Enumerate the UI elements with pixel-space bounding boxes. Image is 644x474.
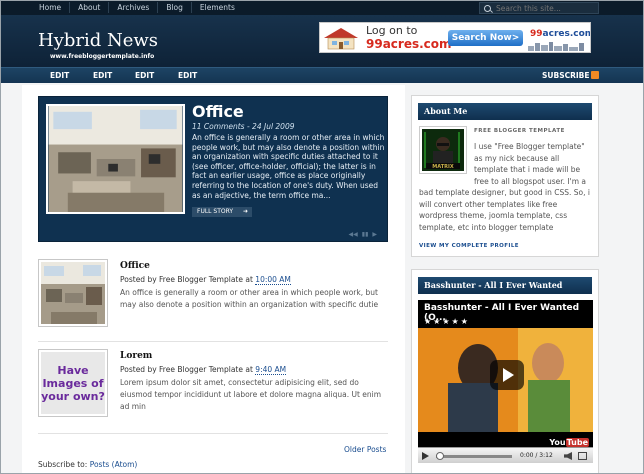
ad-logon-text: Log on to (366, 24, 418, 37)
post-thumbnail[interactable] (38, 259, 108, 327)
search-input[interactable] (496, 3, 596, 13)
nav-link-blog[interactable]: Blog (158, 2, 192, 13)
ad-brand-logo-number: 99 (530, 29, 543, 39)
seek-bar[interactable] (436, 455, 512, 458)
video-rating: ★★★★★ (424, 317, 470, 326)
matrix-avatar-image: MATRIX (422, 129, 464, 171)
full-story-button[interactable]: FULL STORY ➜ (192, 207, 252, 217)
ad-brand: 99acres.com (366, 37, 452, 51)
post-divider (38, 341, 388, 342)
play-button-icon[interactable] (422, 452, 429, 460)
ad-search-now-button[interactable]: Search Now> (448, 30, 523, 46)
featured-title[interactable]: Office (192, 102, 244, 121)
site-subtitle: www.freebloggertemplate.info (50, 53, 155, 60)
browser-frame: Home About Archives Blog Elements Hybrid… (0, 0, 644, 474)
pause-icon[interactable]: ▮▮ (362, 231, 369, 238)
site-header: Hybrid News www.freebloggertemplate.info… (1, 15, 643, 67)
slider-controls: ◀◀ ▮▮ ▶ (349, 231, 377, 238)
ad-banner[interactable]: Log on to 99acres.com Search Now> 99acre… (319, 22, 591, 53)
featured-meta: 11 Comments - 24 Jul 2009 (192, 122, 295, 131)
nav-link-about[interactable]: About (70, 2, 110, 13)
subscribe-label: Subscribe to: (38, 460, 90, 469)
nav-bar: EDIT EDIT EDIT EDIT SUBSCRIBE (1, 67, 643, 83)
subscribe-feed: Subscribe to: Posts (Atom) (38, 460, 137, 469)
older-posts-link[interactable]: Older Posts (344, 445, 386, 454)
profile-bio-part-2: bad template designer, but good in CSS. … (419, 188, 590, 232)
youtube-logo-tube: Tube (565, 438, 589, 447)
previous-icon[interactable]: ◀◀ (349, 231, 358, 238)
featured-post: Office 11 Comments - 24 Jul 2009 An offi… (38, 96, 388, 242)
office-photo[interactable] (46, 104, 185, 214)
play-icon[interactable] (490, 360, 524, 390)
profile-bio-part-1: I use "Free Blogger template" as my nick… (474, 142, 587, 186)
post-thumbnail[interactable]: Have Images of your own? (38, 349, 108, 417)
post-meta: Posted by Free Blogger Template at 10:00… (120, 275, 291, 285)
post-meta-prefix: Posted by Free Blogger Template at (120, 275, 256, 284)
office-thumbnail-photo (41, 262, 105, 324)
nav-link-archives[interactable]: Archives (109, 2, 159, 13)
nav-link-elements[interactable]: Elements (192, 2, 243, 13)
nav-link-home[interactable]: Home (31, 2, 71, 13)
post-title[interactable]: Lorem (120, 351, 152, 361)
avatar[interactable]: MATRIX (419, 126, 467, 174)
volume-icon[interactable] (564, 452, 572, 460)
widget-title: Basshunter - All I Ever Wanted (418, 277, 592, 294)
post-title[interactable]: Office (120, 261, 150, 271)
post-divider (38, 433, 388, 434)
edit-link-1[interactable]: EDIT (50, 71, 69, 80)
arrow-right-icon: ➜ (242, 208, 248, 215)
top-nav-links: Home About Archives Blog Elements (31, 2, 243, 13)
top-nav: Home About Archives Blog Elements (1, 1, 643, 15)
view-profile-link[interactable]: VIEW MY COMPLETE PROFILE (419, 243, 519, 249)
site-title[interactable]: Hybrid News (38, 30, 158, 51)
post-time-link[interactable]: 10:00 AM (255, 275, 291, 285)
video-widget: Basshunter - All I Ever Wanted Basshunte… (411, 269, 599, 473)
subscribe-link[interactable]: SUBSCRIBE (542, 71, 590, 80)
post-time-link[interactable]: 9:40 AM (255, 365, 287, 375)
edit-link-2[interactable]: EDIT (93, 71, 112, 80)
seek-handle[interactable] (436, 452, 444, 460)
post-item: Have Images of your own? Lorem Posted by… (38, 349, 388, 425)
post-excerpt: An office is generally a room or other a… (120, 288, 379, 309)
ad-brand-logo: 99acres.com (530, 29, 591, 39)
about-me-widget: About Me MATRIX FREE BLOGGER TEMPLATE I … (411, 95, 599, 257)
fullscreen-icon[interactable] (578, 452, 587, 460)
search-icon (484, 4, 491, 12)
profile-name: FREE BLOGGER TEMPLATE (474, 128, 565, 134)
next-icon[interactable]: ▶ (372, 231, 377, 238)
video-player[interactable]: Basshunter - All I Ever Wanted (O... ★★★… (418, 300, 593, 463)
post-meta: Posted by Free Blogger Template at 9:40 … (120, 365, 287, 375)
youtube-logo: YouTube (549, 438, 589, 447)
house-icon (324, 28, 358, 50)
widget-title: About Me (418, 103, 592, 120)
full-story-label: FULL STORY (197, 208, 234, 215)
edit-link-4[interactable]: EDIT (178, 71, 197, 80)
placeholder-image: Have Images of your own? (41, 352, 105, 414)
youtube-logo-you: You (549, 438, 566, 447)
video-controls: 0:00 / 3:12 (418, 447, 593, 463)
featured-description: An office is generally a room or other a… (192, 133, 385, 200)
skyline-icon (528, 42, 584, 51)
edit-link-3[interactable]: EDIT (135, 71, 154, 80)
search-box[interactable] (479, 2, 599, 14)
avatar-caption: MATRIX (432, 164, 454, 170)
post-excerpt: Lorem ipsum dolor sit amet, consectetur … (120, 378, 382, 411)
post-meta-prefix: Posted by Free Blogger Template at (120, 365, 256, 374)
ad-brand-logo-text: acres.com (542, 29, 591, 39)
video-time: 0:00 / 3:12 (520, 452, 553, 459)
subscribe-atom-link[interactable]: Posts (Atom) (90, 460, 138, 469)
post-item: Office Posted by Free Blogger Template a… (38, 259, 388, 335)
rss-icon[interactable] (591, 71, 599, 79)
